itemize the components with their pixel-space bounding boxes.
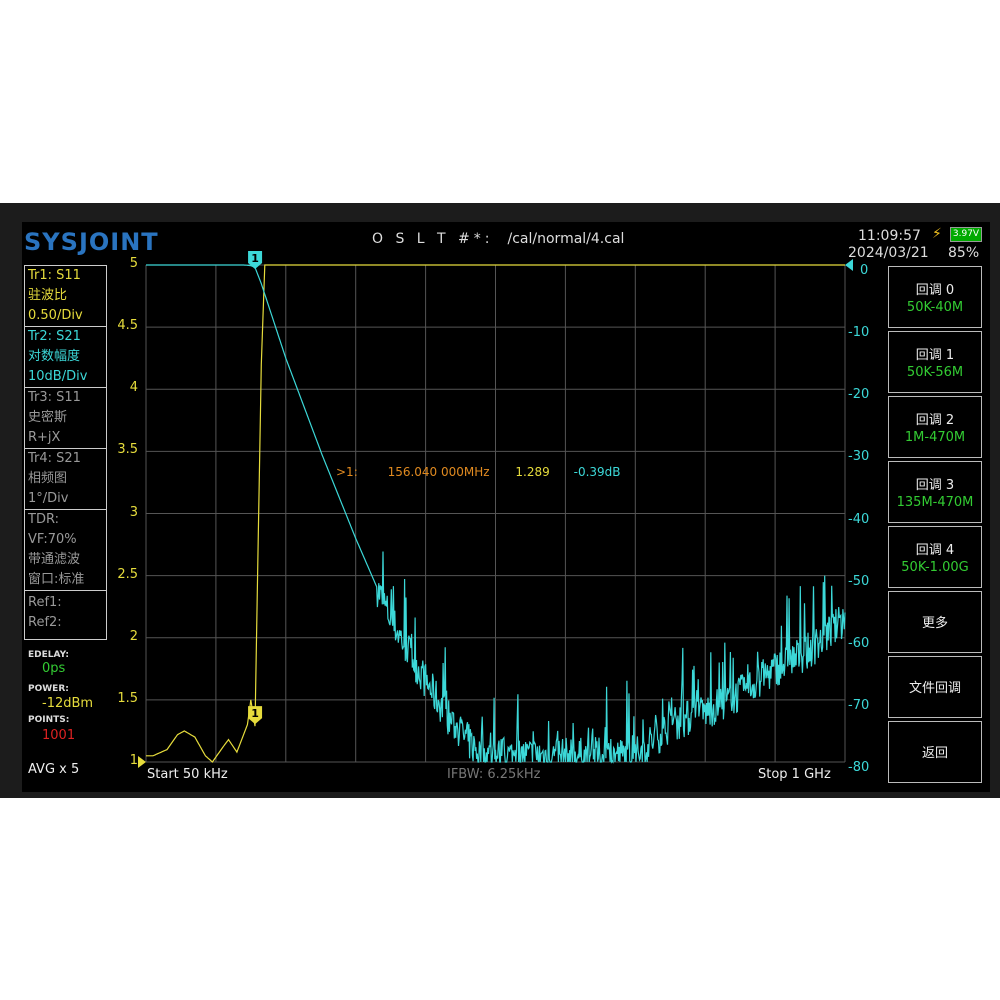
- start-frequency[interactable]: Start 50 kHz: [147, 767, 228, 782]
- softkey-button[interactable]: 回调 4 50K-1.00G: [888, 526, 982, 588]
- softkey-label: 更多: [921, 616, 948, 631]
- softkey-button[interactable]: 回调 1 50K-56M: [888, 331, 982, 393]
- s21-marker-label: 1: [251, 252, 259, 265]
- marker-s21: -0.39dB: [573, 465, 621, 479]
- softkey-range: 50K-40M: [906, 300, 964, 315]
- softkey-button[interactable]: 返回: [888, 721, 982, 783]
- softkey-label: 回调 4: [915, 543, 955, 558]
- trace-plot: 11: [138, 251, 853, 768]
- softkey-label: 文件回调: [908, 681, 961, 696]
- softkey-button[interactable]: 文件回调: [888, 656, 982, 718]
- softkey-label: 返回: [921, 746, 948, 761]
- marker-frequency: 156.040 000MHz: [387, 465, 490, 479]
- marker-readout: >1: 156.040 000MHz 1.289 -0.39dB: [336, 465, 621, 479]
- softkey-button[interactable]: 更多: [888, 591, 982, 653]
- stop-frequency[interactable]: Stop 1 GHz: [758, 767, 831, 782]
- softkey-label: 回调 3: [915, 478, 955, 493]
- marker-swr: 1.289: [515, 465, 550, 479]
- softkey-label: 回调 0: [915, 283, 955, 298]
- swr-marker-label: 1: [251, 707, 259, 720]
- softkey-range: 1M-470M: [904, 430, 966, 445]
- swr-reference-icon: [138, 756, 146, 768]
- softkey-range: 135M-470M: [896, 495, 974, 510]
- softkey-range: 50K-1.00G: [901, 560, 969, 575]
- softkey-button[interactable]: 回调 3 135M-470M: [888, 461, 982, 523]
- softkey-button[interactable]: 回调 2 1M-470M: [888, 396, 982, 458]
- softkey-button[interactable]: 回调 0 50K-40M: [888, 266, 982, 328]
- s21-reference-icon: [845, 259, 853, 271]
- ifbw[interactable]: IFBW: 6.25kHz: [447, 767, 540, 782]
- softkey-range: 50K-56M: [906, 365, 964, 380]
- softkey-label: 回调 2: [915, 413, 955, 428]
- softkey-label: 回调 1: [915, 348, 955, 363]
- marker-id: >1:: [336, 465, 358, 479]
